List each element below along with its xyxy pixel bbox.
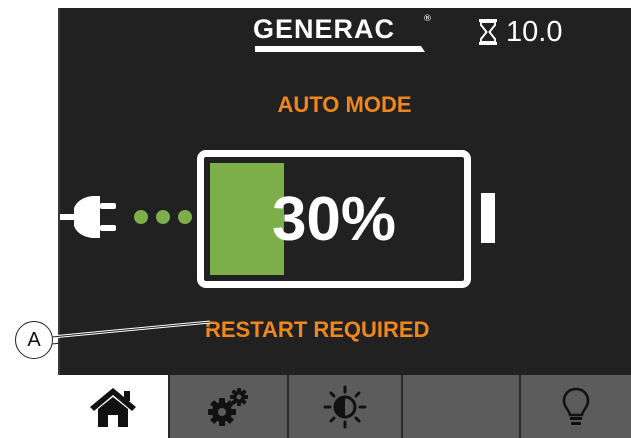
bottom-nav [58,375,631,438]
gears-icon [207,387,248,426]
hourglass-icon [479,19,497,45]
nav-home-button[interactable] [58,375,168,438]
nav-brightness-button[interactable] [287,375,401,438]
status-message: RESTART REQUIRED [205,317,430,342]
timer-value: 10.0 [506,16,563,48]
mode-label: AUTO MODE [277,92,412,117]
lightbulb-icon [562,387,590,425]
power-plug-icon [60,196,192,238]
nav-tips-button[interactable] [519,375,631,438]
generac-logo: GENERAC ® [253,14,435,54]
registered-mark: ® [423,14,432,24]
logo-swoosh-icon [255,46,425,52]
callout-label: A [15,321,53,359]
battery-gauge: 30% [197,150,471,288]
timer: 10.0 [478,16,562,48]
home-icon [90,387,136,427]
brightness-icon [323,385,367,428]
brand-name: GENERAC [253,14,396,44]
battery-percent: 30% [271,184,397,254]
battery-terminal [481,193,495,243]
nav-settings-button[interactable] [168,375,287,438]
nav-blank-button[interactable] [401,375,519,438]
